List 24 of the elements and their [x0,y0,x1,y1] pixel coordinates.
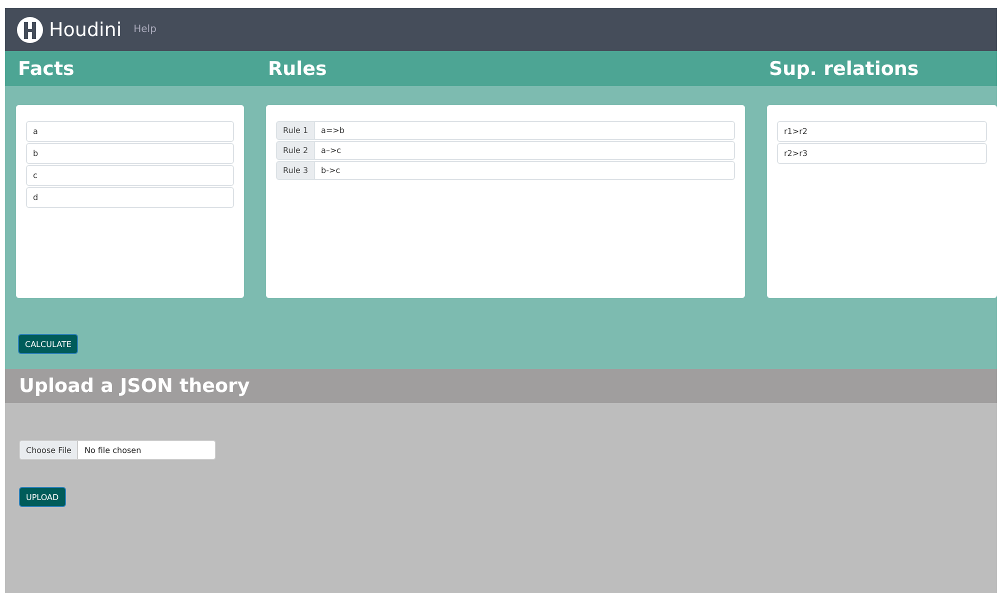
rule-field[interactable]: a=>b [315,121,735,140]
rule-field[interactable]: b->c [315,161,735,180]
rule-label: Rule 3 [276,161,316,180]
relation-field[interactable]: r1>r2 [777,121,987,142]
logo-icon [17,16,43,42]
rule-label: Rule 2 [276,141,316,160]
calculate-button[interactable]: CALCULATE [18,334,78,354]
help-link[interactable]: Help [134,24,156,35]
fact-field[interactable]: c [26,165,234,186]
brand-name[interactable]: Houdini [49,18,122,40]
fact-field[interactable]: d [26,187,234,208]
section-title: Sup. relations [768,58,920,80]
rule-field[interactable]: a–>c [315,141,735,160]
section-title: Rules [267,58,328,80]
section-title: Facts [17,58,76,80]
fact-field[interactable]: b [26,143,234,164]
relation-field[interactable]: r2>r3 [777,143,987,164]
file-status: No file chosen [83,446,142,454]
section-title: Upload a JSON theory [18,375,250,397]
choose-file-button[interactable]: Choose File [20,441,78,459]
file-input-field[interactable]: Choose File No file chosen [19,440,216,460]
rule-label: Rule 1 [276,121,316,140]
upload-button[interactable]: UPLOAD [19,487,66,507]
fact-field[interactable]: a [26,121,234,142]
